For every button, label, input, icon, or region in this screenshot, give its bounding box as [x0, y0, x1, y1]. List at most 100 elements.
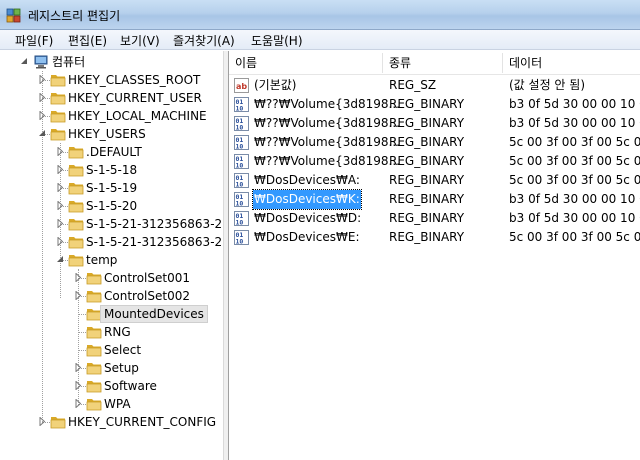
computer-icon	[34, 55, 48, 69]
value-name: ₩DosDevices₩E:	[254, 230, 360, 244]
folder-icon	[68, 234, 84, 250]
folder-icon	[68, 162, 84, 178]
value-data: b3 0f 5d 30 00 00 10 00	[509, 97, 640, 111]
expand-arrow-icon[interactable]	[56, 201, 65, 210]
tree-item-label: HKEY_LOCAL_MACHINE	[68, 109, 207, 123]
collapse-arrow-icon[interactable]	[20, 57, 29, 66]
tree-item-label: .DEFAULT	[86, 145, 142, 159]
tree-item-label: Software	[104, 379, 157, 393]
expand-arrow-icon[interactable]	[56, 237, 65, 246]
svg-text:10: 10	[236, 143, 244, 151]
menu-file[interactable]: 파일(F)	[13, 32, 55, 49]
binary-value-icon: 01 10	[234, 97, 249, 113]
expand-arrow-icon[interactable]	[56, 147, 65, 156]
column-name-header[interactable]: 이름	[229, 51, 383, 75]
value-data: 5c 00 3f 00 3f 00 5c 00	[509, 135, 640, 149]
value-type: REG_SZ	[389, 78, 437, 92]
collapse-arrow-icon[interactable]	[38, 129, 47, 138]
binary-value-icon: 01 10	[234, 173, 249, 189]
tree-item-setup[interactable]: Setup	[0, 359, 223, 377]
value-row[interactable]: 01 10 ₩DosDevices₩A: REG_BINARY 5c 00 3f 00 …	[229, 171, 640, 190]
value-list[interactable]: 이름 종류 데이터 ab (기본값) REG_SZ (값 설정 안 됨) 01 10 ₩??…	[229, 51, 640, 460]
svg-text:10: 10	[236, 200, 244, 208]
folder-icon	[86, 324, 102, 340]
svg-text:10: 10	[236, 162, 244, 170]
binary-value-icon: 01 10	[234, 192, 249, 208]
expand-arrow-icon[interactable]	[56, 165, 65, 174]
tree-item-wpa[interactable]: WPA	[0, 395, 223, 413]
expand-arrow-icon[interactable]	[74, 399, 83, 408]
column-data-header[interactable]: 데이터	[503, 51, 640, 75]
tree-item-label: HKEY_CURRENT_CONFIG	[68, 415, 217, 429]
tree-item-controlset002[interactable]: ControlSet002	[0, 287, 223, 305]
regedit-icon	[6, 8, 21, 23]
expand-arrow-icon[interactable]	[56, 219, 65, 228]
tree-item-computer[interactable]: 컴퓨터	[0, 53, 223, 71]
value-row[interactable]: 01 10 ₩DosDevices₩D: REG_BINARY b3 0f 5d 30 …	[229, 209, 640, 228]
value-data: 5c 00 3f 00 3f 00 5c 00	[509, 230, 640, 244]
value-row[interactable]: 01 10 ₩??₩Volume{3d8198... REG_BINARY 5c 00 …	[229, 133, 640, 152]
menu-favorites[interactable]: 즐겨찾기(A)	[171, 32, 237, 49]
expand-arrow-icon[interactable]	[38, 75, 47, 84]
tree-item-user[interactable]: S-1-5-20	[0, 197, 223, 215]
value-type: REG_BINARY	[389, 192, 465, 206]
menu-view[interactable]: 보기(V)	[118, 32, 162, 49]
folder-icon	[50, 414, 66, 430]
value-row[interactable]: 01 10 ₩??₩Volume{3d8198... REG_BINARY b3 0f …	[229, 95, 640, 114]
tree-item-user[interactable]: S-1-5-21-312356863-2	[0, 215, 223, 233]
expand-arrow-icon[interactable]	[56, 183, 65, 192]
registry-tree[interactable]: 컴퓨터 HKEY_CLASSES_ROOT HKEY_CURRENT_USER HK…	[0, 51, 223, 460]
tree-item-temp[interactable]: temp	[0, 251, 223, 269]
column-type-header[interactable]: 종류	[383, 51, 503, 75]
svg-text:10: 10	[236, 181, 244, 189]
tree-item-hkey-classes-root[interactable]: HKEY_CLASSES_ROOT	[0, 71, 223, 89]
svg-text:ab: ab	[236, 82, 247, 91]
tree-item-hkey-users[interactable]: HKEY_USERS	[0, 125, 223, 143]
tree-item-hkey-local-machine[interactable]: HKEY_LOCAL_MACHINE	[0, 107, 223, 125]
expand-arrow-icon[interactable]	[38, 93, 47, 102]
value-data: 5c 00 3f 00 3f 00 5c 00	[509, 154, 640, 168]
value-name: (기본값)	[254, 78, 297, 92]
menu-edit[interactable]: 편집(E)	[66, 32, 109, 49]
value-row[interactable]: 01 10 ₩DosDevices₩K: REG_BINARY b3 0f 5d 30 …	[229, 189, 640, 210]
tree-item-user[interactable]: S-1-5-21-312356863-2	[0, 233, 223, 251]
folder-icon	[68, 144, 84, 160]
tree-item-user[interactable]: S-1-5-18	[0, 161, 223, 179]
tree-item-mounteddevices[interactable]: MountedDevices	[0, 305, 223, 323]
value-type: REG_BINARY	[389, 97, 465, 111]
title-bar[interactable]: 레지스트리 편집기	[0, 0, 640, 30]
expand-arrow-icon[interactable]	[38, 111, 47, 120]
value-row[interactable]: 01 10 ₩??₩Volume{3d8198... REG_BINARY 5c 00 …	[229, 152, 640, 171]
expand-arrow-icon[interactable]	[74, 291, 83, 300]
folder-icon	[50, 126, 66, 142]
folder-icon	[50, 108, 66, 124]
value-row[interactable]: 01 10 ₩DosDevices₩E: REG_BINARY 5c 00 3f 00 …	[229, 228, 640, 247]
tree-item-select[interactable]: Select	[0, 341, 223, 359]
tree-item-software[interactable]: Software	[0, 377, 223, 395]
binary-value-icon: 01 10	[234, 211, 249, 227]
tree-item-user[interactable]: S-1-5-19	[0, 179, 223, 197]
svg-text:10: 10	[236, 219, 244, 227]
value-type: REG_BINARY	[389, 230, 465, 244]
value-data: b3 0f 5d 30 00 00 10 00	[509, 211, 640, 225]
expand-arrow-icon[interactable]	[74, 381, 83, 390]
expand-arrow-icon[interactable]	[74, 273, 83, 282]
tree-item-hkey-current-config[interactable]: HKEY_CURRENT_CONFIG	[0, 413, 223, 431]
binary-value-icon: 01 10	[234, 135, 249, 151]
tree-item-rng[interactable]: RNG	[0, 323, 223, 341]
tree-item-label: S-1-5-21-312356863-2	[86, 217, 223, 231]
folder-icon	[68, 180, 84, 196]
collapse-arrow-icon[interactable]	[56, 255, 65, 264]
expand-arrow-icon[interactable]	[38, 417, 47, 426]
tree-item-label: S-1-5-19	[86, 181, 138, 195]
expand-arrow-icon[interactable]	[74, 363, 83, 372]
value-row[interactable]: ab (기본값) REG_SZ (값 설정 안 됨)	[229, 76, 640, 95]
tree-item-hkey-current-user[interactable]: HKEY_CURRENT_USER	[0, 89, 223, 107]
binary-value-icon: 01 10	[234, 154, 249, 170]
value-type: REG_BINARY	[389, 211, 465, 225]
menu-help[interactable]: 도움말(H)	[249, 32, 305, 49]
svg-text:10: 10	[236, 238, 244, 246]
tree-item-user[interactable]: .DEFAULT	[0, 143, 223, 161]
tree-item-controlset001[interactable]: ControlSet001	[0, 269, 223, 287]
value-row[interactable]: 01 10 ₩??₩Volume{3d8198... REG_BINARY b3 0f …	[229, 114, 640, 133]
